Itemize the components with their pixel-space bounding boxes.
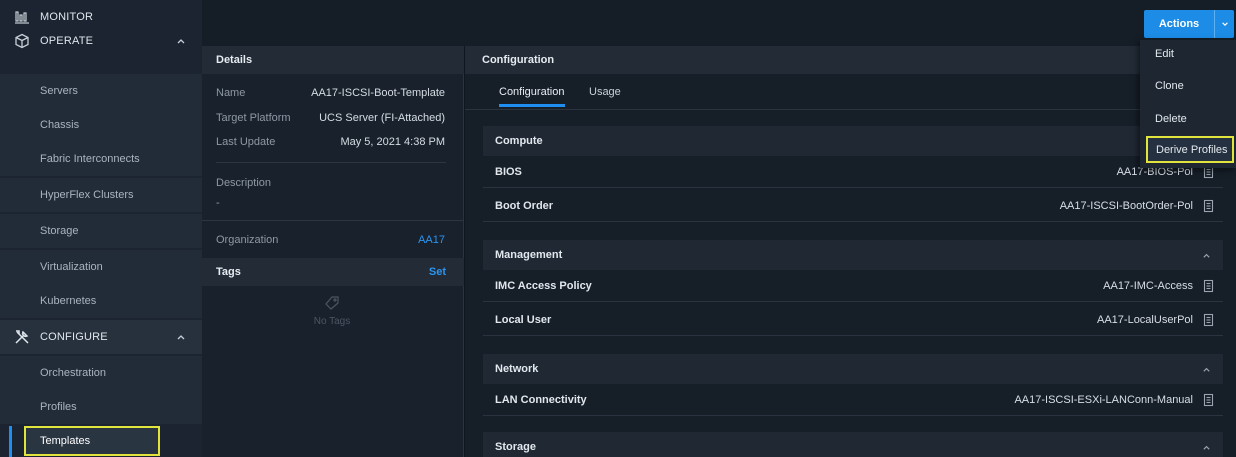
configuration-panel: Configuration Configuration Usage Comput… [465,46,1236,457]
last-update-label: Last Update [216,136,276,148]
actions-button[interactable]: Actions [1144,10,1214,38]
organization-label: Organization [216,234,279,246]
active-indicator [9,426,12,457]
chevron-up-icon[interactable] [176,36,186,46]
tab-usage[interactable]: Usage [589,86,621,98]
name-label: Name [216,87,246,99]
section-storage[interactable]: Storage [483,432,1223,457]
details-title: Details [202,46,464,74]
sidebar-item-profiles[interactable]: Profiles [0,390,202,424]
description-value: - [216,197,220,209]
sidebar-item-fabric-interconnects[interactable]: Fabric Interconnects [0,142,202,176]
tags-label: Tags [216,266,241,278]
actions-menu: Edit Clone Delete Derive Profiles [1140,40,1236,168]
sidebar-item-kubernetes[interactable]: Kubernetes [0,284,202,318]
sidebar-item-templates[interactable]: Templates [24,426,160,456]
sidebar: MONITOR OPERATE Servers Chassis Fabric I… [0,0,202,457]
section-compute[interactable]: Compute [483,126,1223,156]
nav-section-operate[interactable]: OPERATE [0,24,202,58]
cube-icon [15,33,29,49]
boot-order-row[interactable]: Boot Order AA17-ISCSI-BootOrder-Pol [483,190,1223,222]
topbar [202,0,1236,46]
tag-icon [325,296,339,310]
lan-connectivity-row[interactable]: LAN Connectivity AA17-ISCSI-ESXi-LANConn… [483,384,1223,416]
nav-section-label: MONITOR [40,11,94,23]
divider [216,162,446,163]
sidebar-item-storage[interactable]: Storage [0,214,202,248]
local-user-row[interactable]: Local User AA17-LocalUserPol [483,304,1223,336]
description-label: Description [216,177,272,189]
active-tab-underline [499,104,565,107]
sidebar-item-hyperflex-clusters[interactable]: HyperFlex Clusters [0,178,202,212]
copy-icon[interactable] [1203,279,1215,293]
tags-header: Tags Set [202,258,464,286]
copy-icon[interactable] [1203,313,1215,327]
set-tags-link[interactable]: Set [429,266,446,278]
chevron-up-icon[interactable] [1202,365,1211,374]
no-tags-placeholder: No Tags [282,296,382,327]
divider [202,220,464,221]
monitor-icon [15,11,29,24]
chevron-up-icon[interactable] [1202,443,1211,452]
tab-bar: Configuration Usage [465,74,1236,110]
tab-configuration[interactable]: Configuration [499,86,564,98]
chevron-up-icon[interactable] [176,332,186,342]
imc-access-policy-row[interactable]: IMC Access Policy AA17-IMC-Access [483,270,1223,302]
menu-item-edit[interactable]: Edit [1140,40,1236,68]
sidebar-item-servers[interactable]: Servers [0,74,202,108]
copy-icon[interactable] [1203,393,1215,407]
menu-item-clone[interactable]: Clone [1140,72,1236,100]
bios-row[interactable]: BIOS AA17-BIOS-Pol [483,156,1223,188]
details-panel: Details Name AA17-ISCSI-Boot-Template Ta… [202,46,464,457]
configuration-title: Configuration [465,46,1236,74]
nav-section-label: CONFIGURE [40,331,108,343]
sidebar-item-orchestration[interactable]: Orchestration [0,356,202,390]
menu-item-delete[interactable]: Delete [1140,105,1236,133]
name-value: AA17-ISCSI-Boot-Template [311,87,445,99]
sidebar-item-virtualization[interactable]: Virtualization [0,250,202,284]
section-network[interactable]: Network [483,354,1223,384]
section-management[interactable]: Management [483,240,1223,270]
copy-icon[interactable] [1203,199,1215,213]
last-update-value: May 5, 2021 4:38 PM [340,136,445,148]
sidebar-item-chassis[interactable]: Chassis [0,108,202,142]
nav-section-label: OPERATE [40,35,94,47]
actions-dropdown-toggle[interactable] [1214,10,1234,38]
target-platform-value: UCS Server (FI-Attached) [319,112,445,124]
menu-item-derive-profiles[interactable]: Derive Profiles [1146,136,1234,163]
target-platform-label: Target Platform [216,112,291,124]
nav-section-configure[interactable]: CONFIGURE [0,320,202,354]
chevron-up-icon[interactable] [1202,251,1211,260]
organization-link[interactable]: AA17 [418,234,445,246]
tools-icon [15,330,29,344]
chevron-down-icon [1221,22,1228,26]
